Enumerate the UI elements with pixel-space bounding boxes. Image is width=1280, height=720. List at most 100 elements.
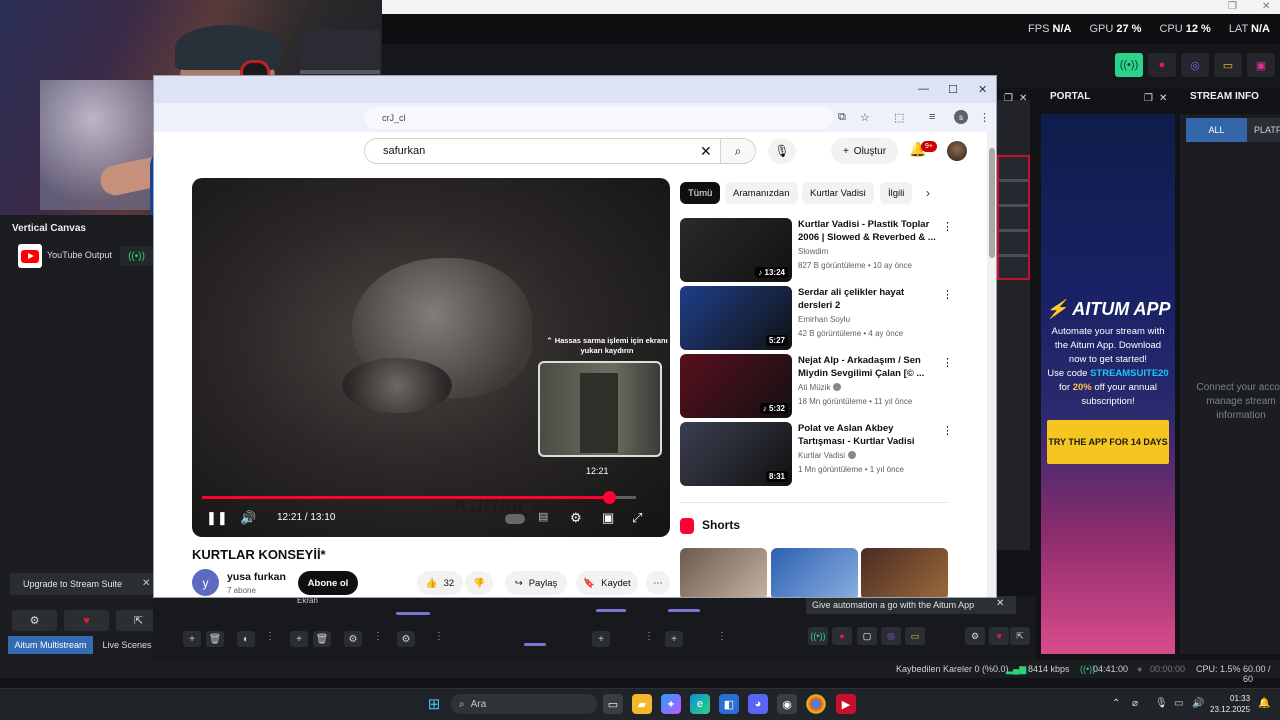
stream-toggle-button[interactable]: ((•)) — [1115, 53, 1143, 77]
tab-live-scenes[interactable]: Live Scenes — [97, 636, 157, 654]
star-icon[interactable]: ☆ — [860, 111, 870, 124]
create-button[interactable]: + Oluştur — [831, 138, 898, 164]
virtual-cam-button[interactable]: ▭ — [1214, 53, 1242, 77]
replay-button[interactable]: ◎ — [1181, 53, 1209, 77]
recommendation-channel[interactable]: Emirhan Soylu — [798, 315, 850, 324]
settings-icon[interactable]: ⚙ — [570, 510, 582, 526]
float-icon[interactable]: ❐ — [1004, 93, 1013, 104]
chrome-icon[interactable] — [806, 694, 826, 714]
float-icon[interactable]: ❐ — [1144, 93, 1153, 104]
close-icon[interactable]: ✕ — [1262, 1, 1270, 12]
recommendation-title[interactable]: Kurtlar Vadisi - Plastik Toplar 2006 | S… — [798, 218, 938, 244]
address-bar[interactable]: crJ_cl — [364, 107, 834, 129]
clear-icon[interactable]: ✕ — [700, 143, 712, 160]
more-icon[interactable]: ⋮ — [265, 631, 275, 642]
channel-avatar[interactable]: y — [192, 569, 219, 596]
clock[interactable]: 01:33 23.12.2025 — [1210, 693, 1250, 715]
close-icon[interactable]: ✕ — [978, 83, 987, 96]
studio-mode-button[interactable]: ▣ — [1247, 53, 1275, 77]
settings-icon[interactable]: ⚙ — [12, 610, 57, 631]
autoplay-toggle[interactable] — [505, 514, 525, 524]
add-icon[interactable]: + — [592, 631, 610, 647]
more-icon[interactable]: ⋮ — [434, 631, 444, 642]
recommendation-item[interactable]: ♪ 13:24 Kurtlar Vadisi - Plastik Toplar … — [680, 218, 953, 282]
pause-icon[interactable]: ❚❚ — [206, 510, 228, 526]
settings-icon[interactable]: ⚙ — [344, 631, 362, 647]
copilot-icon[interactable]: ✦ — [661, 694, 681, 714]
scrubber-handle[interactable] — [603, 491, 616, 504]
add-icon[interactable]: + — [665, 631, 683, 647]
tab-all[interactable]: ALL — [1186, 118, 1247, 142]
profile-avatar[interactable]: s — [954, 110, 968, 124]
aitum-cta-button[interactable]: TRY THE APP FOR 14 DAYS — [1047, 420, 1169, 464]
channel-name[interactable]: yusa furkan — [227, 571, 286, 583]
like-button[interactable]: 👍 32 — [417, 571, 463, 595]
save-button[interactable]: 🔖 Kaydet — [576, 571, 638, 595]
more-icon[interactable]: ⋮ — [942, 288, 953, 301]
media-icon[interactable]: ≡ — [929, 111, 935, 123]
chip-from-search[interactable]: Aramanızdan — [725, 182, 798, 204]
task-view-icon[interactable]: ▭ — [603, 694, 623, 714]
record-icon[interactable]: ● — [832, 627, 852, 645]
tab-platform[interactable]: PLATFO — [1247, 118, 1280, 142]
virtual-cam-icon[interactable]: ▭ — [905, 627, 925, 645]
trash-icon[interactable]: 🗑 — [313, 631, 331, 647]
recommendation-title[interactable]: Polat ve Aslan Akbey Tartışması - Kurtla… — [798, 422, 938, 448]
network-icon[interactable]: ⌀ — [1132, 698, 1138, 709]
dislike-button[interactable]: 👎 — [465, 571, 493, 595]
install-icon[interactable]: ⧉ — [838, 111, 846, 124]
menu-icon[interactable]: ⋮ — [979, 111, 990, 124]
settings-icon[interactable]: ⚙ — [965, 627, 985, 645]
store-icon[interactable]: ◧ — [719, 694, 739, 714]
close-icon[interactable]: ✕ — [996, 598, 1004, 609]
heart-icon[interactable]: ♥ — [989, 627, 1009, 645]
recommendation-thumbnail[interactable]: 8:31 — [680, 422, 792, 486]
short-thumbnail[interactable] — [680, 548, 767, 597]
search-button[interactable]: ⌕ — [720, 138, 756, 164]
subtitles-icon[interactable]: ▤ — [538, 510, 548, 523]
recommendation-thumbnail[interactable]: 5:27 — [680, 286, 792, 350]
subscribe-button[interactable]: Abone ol — [298, 571, 358, 595]
trash-icon[interactable]: 🗑 — [206, 631, 224, 647]
edge-icon[interactable]: e — [690, 694, 710, 714]
notification-icon[interactable]: 🔔 — [1258, 698, 1270, 709]
minimize-icon[interactable]: — — [918, 83, 929, 95]
recommendation-item[interactable]: 8:31 Polat ve Aslan Akbey Tartışması - K… — [680, 422, 953, 486]
stop-icon[interactable]: ▢ — [857, 627, 877, 645]
account-avatar[interactable] — [947, 141, 967, 161]
youtube-output-toggle[interactable]: ((•)) — [120, 246, 153, 266]
more-icon[interactable]: ⋮ — [644, 631, 654, 642]
recommendation-thumbnail[interactable]: ♪ 5:32 — [680, 354, 792, 418]
more-actions-button[interactable]: ⋯ — [646, 571, 670, 595]
more-icon[interactable]: ⋮ — [717, 631, 727, 642]
volume-icon[interactable]: 🔊 — [1192, 698, 1204, 709]
more-icon[interactable]: ⋮ — [942, 220, 953, 233]
close-icon[interactable]: ✕ — [1159, 93, 1167, 104]
settings-icon[interactable]: ⚙ — [397, 631, 415, 647]
chevron-right-icon[interactable]: › — [926, 186, 930, 200]
more-icon[interactable]: ⋮ — [373, 631, 383, 642]
restore-icon[interactable]: ❐ — [1228, 1, 1237, 12]
taskbar-search[interactable]: ⌕ Ara — [451, 694, 597, 714]
progress-bar[interactable] — [202, 491, 636, 504]
short-thumbnail[interactable] — [861, 548, 948, 597]
recommendation-channel[interactable]: Kurtlar Vadisi — [798, 451, 856, 460]
windows-start-icon[interactable]: ⊞ — [424, 694, 444, 714]
recommendation-title[interactable]: Serdar ali çelikler hayat dersleri 2 — [798, 286, 938, 312]
chip-related[interactable]: İlgili — [880, 182, 913, 204]
heart-icon[interactable]: ♥ — [64, 610, 109, 631]
replay-icon[interactable]: ◎ — [881, 627, 901, 645]
add-icon[interactable]: + — [183, 631, 201, 647]
share-button[interactable]: ↪ Paylaş — [505, 571, 567, 595]
close-icon[interactable]: ✕ — [1019, 93, 1027, 104]
filter-icon[interactable]: ◐ — [237, 631, 255, 647]
discord-icon[interactable]: ◕ — [748, 694, 768, 714]
more-icon[interactable]: ⋮ — [942, 424, 953, 437]
tab-aitum-multistream[interactable]: Aitum Multistream — [8, 636, 93, 654]
close-icon[interactable]: ✕ — [142, 578, 150, 589]
mic-icon[interactable]: 🎙 — [768, 138, 796, 164]
display-icon[interactable]: ▭ — [1174, 698, 1183, 709]
recommendation-item[interactable]: ♪ 5:32 Nejat Alp - Arkadaşım / Sen Miydi… — [680, 354, 953, 418]
maximize-icon[interactable]: ☐ — [948, 83, 958, 96]
file-explorer-icon[interactable]: ▰ — [632, 694, 652, 714]
